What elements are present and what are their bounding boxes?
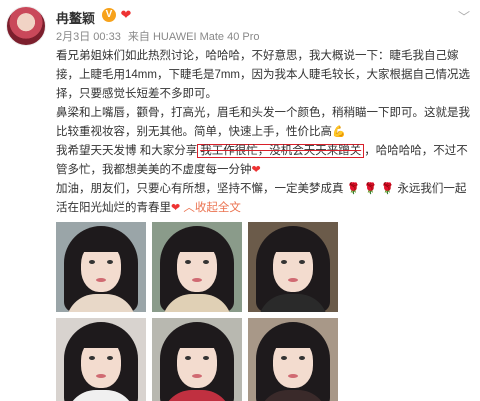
heart-icon: ❤ — [171, 202, 181, 214]
photo-thumbnail-4[interactable] — [56, 318, 146, 401]
post-source: 来自 HUAWEI Mate 40 Pro — [127, 31, 260, 43]
post-body: 看兄弟姐妹们如此热烈讨论，哈哈哈，不好意思，我大概说一下：睫毛我自己嫁接，上睫毛… — [56, 47, 474, 218]
post-paragraph-2-text: 鼻梁和上嘴唇，颧骨，打高光，眉毛和头发一个颜色，稍稍瞄一下即可。这就是我比较重视… — [56, 107, 470, 138]
chevron-up-icon: ︿ — [183, 202, 195, 214]
post-date[interactable]: 2月3日 00:33 — [56, 31, 121, 43]
photo-thumbnail-1[interactable] — [56, 222, 146, 312]
post-meta: 2月3日 00:33 来自 HUAWEI Mate 40 Pro — [56, 28, 264, 44]
highlighted-phrase: 我工作很忙，没机会天天来蹭关 — [197, 144, 365, 158]
username[interactable]: 冉鳌颖 — [56, 8, 95, 27]
photo-thumbnail-5[interactable] — [152, 318, 242, 401]
strong-arm-icon: 💪 — [332, 126, 346, 138]
rose-icon: 🌹 — [380, 183, 395, 195]
heart-badge-icon: ❤ — [120, 7, 132, 22]
collapse-text-link[interactable]: ︿收起全文 — [183, 202, 241, 214]
chevron-down-icon[interactable]: ﹀ — [458, 8, 470, 25]
post-paragraph-1: 看兄弟姐妹们如此热烈讨论，哈哈哈，不好意思，我大概说一下：睫毛我自己嫁接，上睫毛… — [56, 50, 471, 100]
collapse-text-label: 收起全文 — [194, 202, 241, 214]
rose-icon: 🌹 — [346, 183, 361, 195]
post-paragraph-2: 鼻梁和上嘴唇，颧骨，打高光，眉毛和头发一个颜色，稍稍瞄一下即可。这就是我比较重视… — [56, 104, 474, 142]
post-paragraph-4: 加油，朋友们，只要心有所想，坚持不懈，一定美梦成真 🌹 🌹 🌹 永远我们一起活在… — [56, 180, 474, 218]
heart-icon: ❤ — [251, 164, 261, 176]
v-badge-icon: V — [102, 8, 116, 22]
post-paragraph-4a: 加油，朋友们，只要心有所想，坚持不懈，一定美梦成真 — [56, 183, 344, 195]
photo-thumbnail-2[interactable] — [152, 222, 242, 312]
photo-thumbnail-6[interactable] — [248, 318, 338, 401]
avatar[interactable] — [6, 6, 46, 46]
photo-thumbnail-3[interactable] — [248, 222, 338, 312]
post-paragraph-3: 我希望天天发博 和大家分享 我工作很忙，没机会天天来蹭关 ，哈哈哈哈，不过不管多忙，… — [56, 142, 474, 180]
rose-icon: 🌹 — [363, 183, 378, 195]
post-paragraph-3a: 我希望天天发博 和大家分享 — [56, 145, 198, 157]
